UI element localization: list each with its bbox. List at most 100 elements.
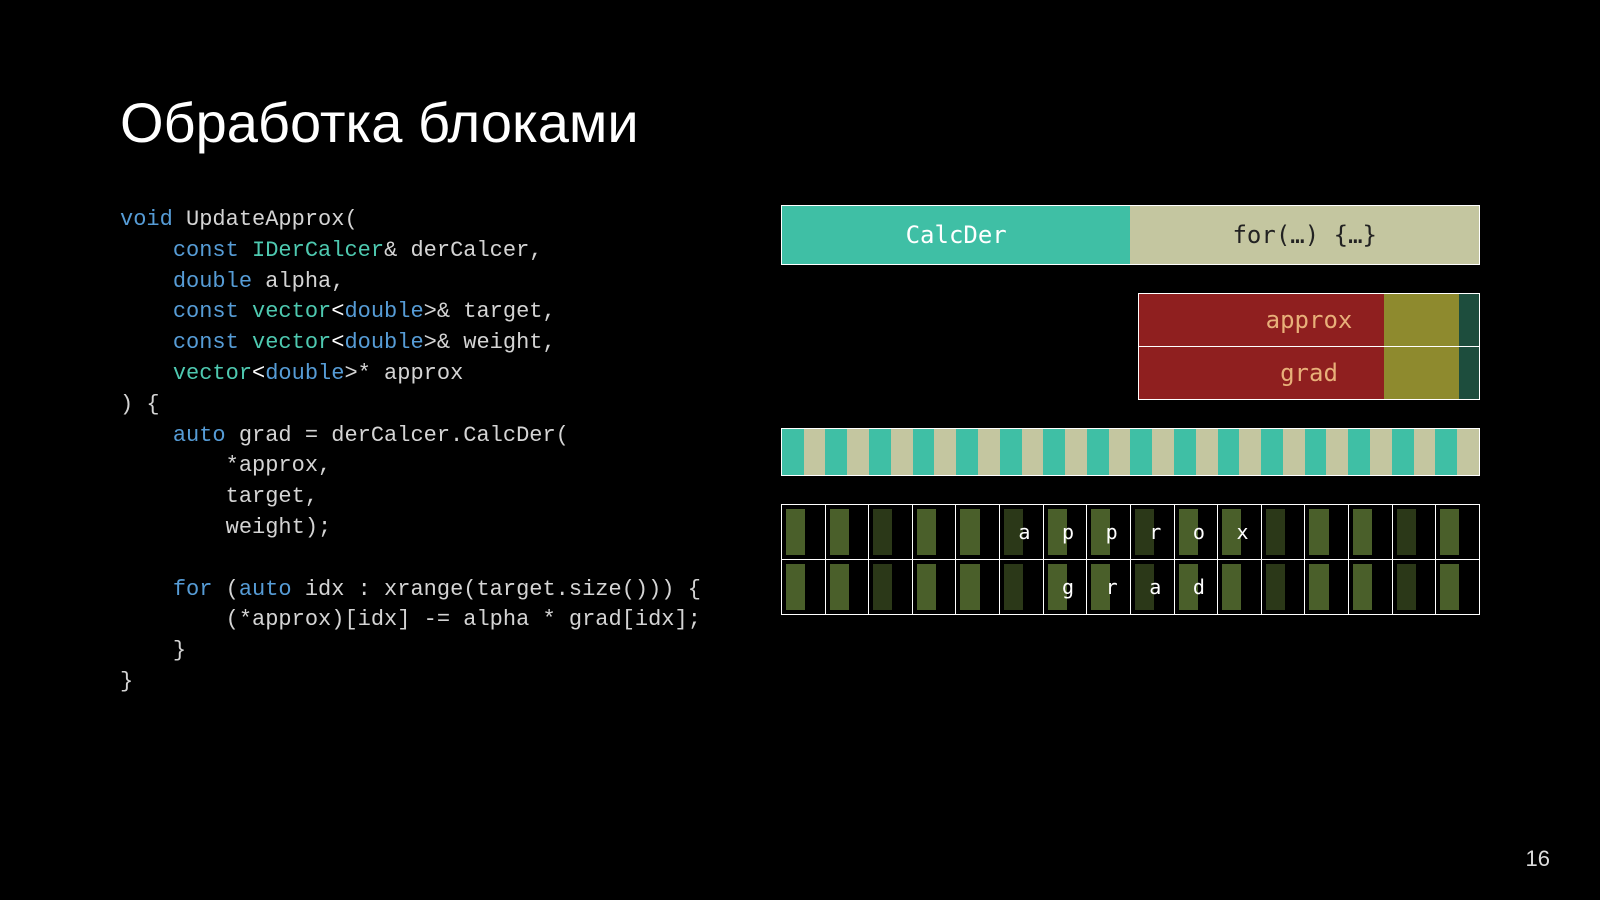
kw: const [173,330,239,355]
block-cell [956,560,1000,614]
phase-bar: CalcDer for(…) {…} [781,205,1480,265]
mem-label-approx: approx [1266,306,1353,334]
paren: ( [344,207,357,232]
phase-for: for(…) {…} [1130,206,1479,264]
block-cell [782,560,826,614]
stripe-cell [1326,429,1348,475]
block-cell-letter: o [1193,520,1205,544]
diagram-column: CalcDer for(…) {…} approx [781,205,1480,698]
block-cell [869,505,913,559]
block-cell [913,560,957,614]
stripe-cell [913,429,935,475]
stripe-cell [891,429,913,475]
kw: const [173,238,239,263]
kw: const [173,299,239,324]
block-cell: d [1175,560,1219,614]
slide-title: Обработка блоками [120,90,1480,155]
stripe-cell [782,429,804,475]
block-cell [1436,560,1479,614]
txt: (*approx)[idx] -= alpha * grad[idx]; [226,607,701,632]
txt: alpha, [252,269,344,294]
txt: weight); [226,515,332,540]
block-row-approx: approx [782,505,1479,559]
block-cell [1262,560,1306,614]
block-cell [782,505,826,559]
stripe-cell [1283,429,1305,475]
txt: ( [212,577,238,602]
stripe-cell [1065,429,1087,475]
page-number: 16 [1526,846,1550,872]
txt: >& target, [424,299,556,324]
stripe-cell [934,429,956,475]
stripe-cell [1174,429,1196,475]
block-cell [869,560,913,614]
stripe-cell [1348,429,1370,475]
block-cell [1000,560,1044,614]
type: IDerCalcer [252,238,384,263]
stripe-cell [1130,429,1152,475]
block-cell [956,505,1000,559]
block-cell: p [1044,505,1088,559]
stripe-cell [1152,429,1174,475]
stripe-cell [978,429,1000,475]
stripe-cell [1000,429,1022,475]
block-cell: g [1044,560,1088,614]
block-cell-letter: p [1106,520,1118,544]
block-cell-letter: a [1018,520,1030,544]
mem-label-grad: grad [1280,359,1338,387]
block-cell [913,505,957,559]
block-row-grad: grad [782,559,1479,614]
stripe-cell [1109,429,1131,475]
txt: ) { [120,392,160,417]
txt: } [173,638,186,663]
stripe-cell [1370,429,1392,475]
block-cell: a [1000,505,1044,559]
block-cell [826,560,870,614]
kw: double [265,361,344,386]
type: vector [252,330,331,355]
stripe-cell [1261,429,1283,475]
block-cell: o [1175,505,1219,559]
kw: auto [239,577,292,602]
block-cell [1349,560,1393,614]
block-cell [1218,560,1262,614]
block-cell-letter: x [1236,520,1248,544]
block-cell-letter: r [1149,520,1161,544]
block-cell: x [1218,505,1262,559]
block-cell-letter: p [1062,520,1074,544]
txt: *approx, [226,453,332,478]
txt: >* approx [344,361,463,386]
block-cell [1393,505,1437,559]
block-cell-letter: r [1106,575,1118,599]
block-cell: p [1087,505,1131,559]
stripe-cell [847,429,869,475]
block-cell [1393,560,1437,614]
block-cell [1262,505,1306,559]
txt: >& weight, [424,330,556,355]
kw-void: void [120,207,173,232]
block-cell: r [1087,560,1131,614]
type: vector [173,361,252,386]
stripe-cell [1022,429,1044,475]
stripe-cell [1218,429,1240,475]
kw: for [173,577,213,602]
stripe-cell [1087,429,1109,475]
stripe-cell [1414,429,1436,475]
block-cell [1305,560,1349,614]
txt: idx : xrange(target.size())) { [292,577,701,602]
txt: grad = derCalcer.CalcDer( [226,423,569,448]
kw: double [173,269,252,294]
memory-stack: approx grad [1138,293,1480,400]
stripe-cell [804,429,826,475]
txt: & derCalcer, [384,238,542,263]
stripe-cell [825,429,847,475]
stripe-cell [1457,429,1479,475]
phase-calcder: CalcDer [782,206,1131,264]
type: vector [252,299,331,324]
mem-row-approx: approx [1139,294,1479,346]
stripe-cell [1239,429,1261,475]
code-block: void UpdateApprox( const IDerCalcer& der… [120,205,701,698]
stripe-cell [1196,429,1218,475]
txt: target, [226,484,318,509]
kw: double [344,299,423,324]
